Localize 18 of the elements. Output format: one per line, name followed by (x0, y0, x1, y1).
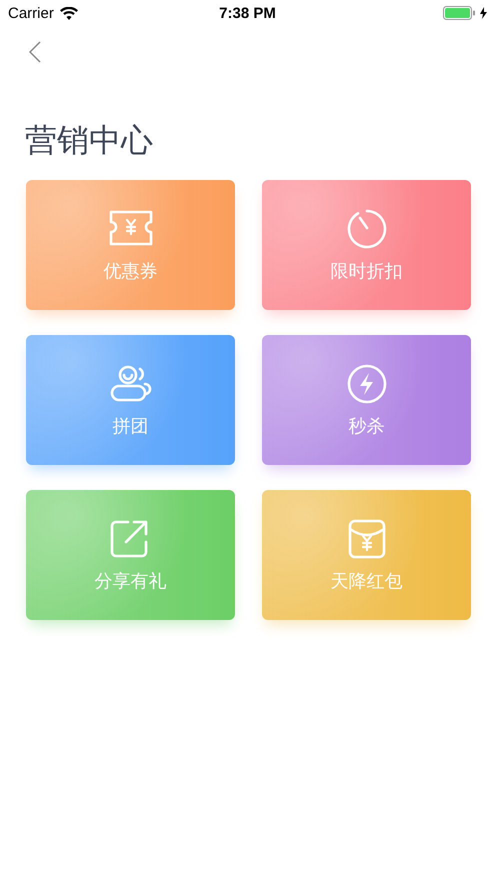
feature-card[interactable]: 限时折扣 (262, 180, 471, 310)
card-label: 优惠券 (104, 260, 158, 282)
card-label: 分享有礼 (94, 570, 166, 592)
feature-card[interactable]: 分享有礼 (26, 490, 235, 620)
card-label: 秒杀 (348, 415, 384, 437)
charging-icon (480, 7, 487, 19)
feature-card[interactable]: 天降红包 (262, 490, 471, 620)
wifi-icon (60, 6, 78, 20)
card-label: 天降红包 (330, 570, 402, 592)
page-title: 营销中心 (25, 120, 153, 160)
clock-time: 7:38 PM (219, 4, 276, 22)
feature-card[interactable]: 优惠券 (26, 180, 235, 310)
feature-card[interactable]: 秒杀 (262, 335, 471, 465)
battery-icon (442, 6, 477, 20)
feature-card[interactable]: 拼团 (26, 335, 235, 465)
card-label: 拼团 (112, 415, 148, 437)
card-label: 限时折扣 (330, 260, 402, 282)
carrier-label: Carrier (8, 4, 54, 22)
